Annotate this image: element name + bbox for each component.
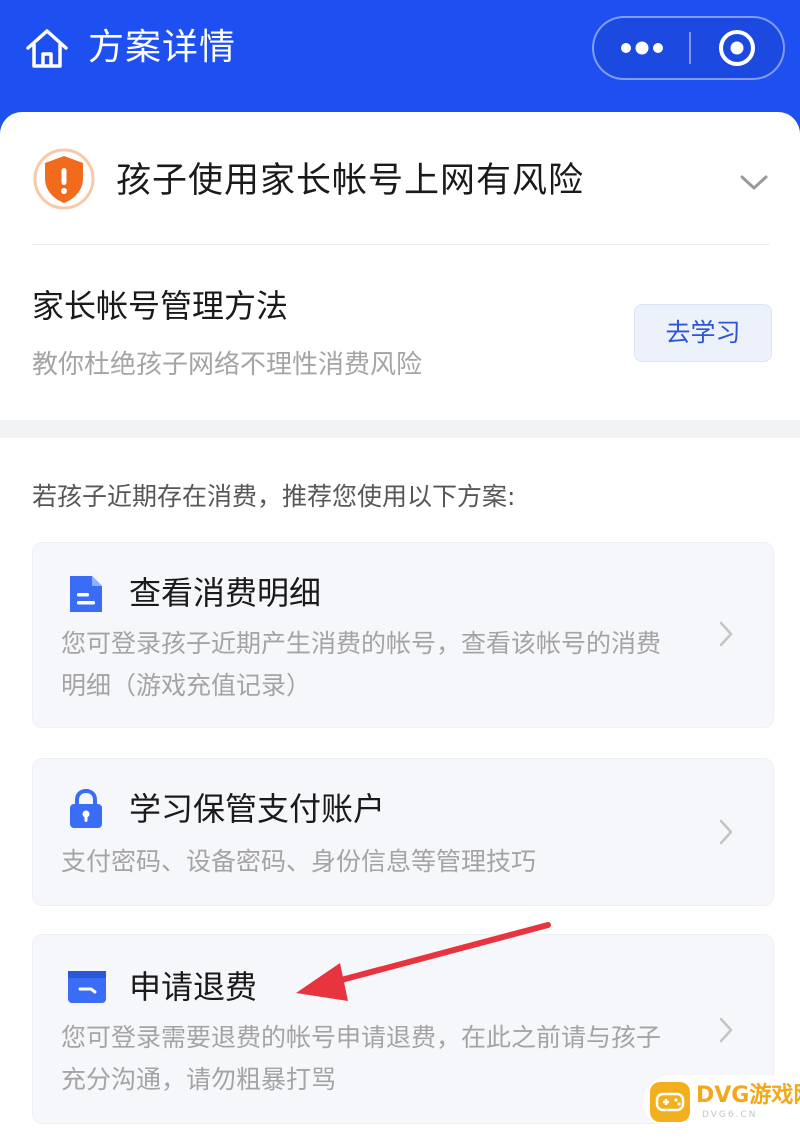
annotation-arrow-icon (296, 922, 551, 1001)
chevron-down-icon[interactable] (736, 170, 772, 194)
watermark-logo: DVG游戏网 DVG6.CN (644, 1075, 800, 1129)
mini-program-close-icon (719, 30, 755, 66)
document-icon (70, 576, 102, 612)
card-description: 您可登录需要退费的帐号申请退费，在此之前请与孩子 充分沟通，请勿粗暴打骂 (61, 1017, 721, 1101)
card-title: 查看消费明细 (129, 574, 322, 612)
view-spending-card[interactable]: 查看消费明细 您可登录孩子近期产生消费的帐号，查看该帐号的消费 明细（游戏充值记… (32, 542, 774, 728)
card-description: 支付密码、设备密码、身份信息等管理技巧 (61, 841, 721, 883)
content-sheet: 孩子使用家长帐号上网有风险 家长帐号管理方法 教你杜绝孩子网络不理性消费风险 去… (0, 112, 800, 1137)
card-description-line: 您可登录孩子近期产生消费的帐号，查看该帐号的消费 (61, 629, 662, 658)
section-divider (0, 420, 800, 438)
payment-account-card[interactable]: 学习保管支付账户 支付密码、设备密码、身份信息等管理技巧 (32, 758, 774, 906)
card-description: 您可登录孩子近期产生消费的帐号，查看该帐号的消费 明细（游戏充值记录） (61, 623, 721, 707)
risk-title: 孩子使用家长帐号上网有风险 (116, 161, 585, 201)
chevron-right-icon (719, 819, 733, 845)
more-dots-icon (621, 41, 663, 55)
lock-icon (70, 788, 102, 828)
wallet-refund-icon (68, 971, 106, 1003)
page-title: 方案详情 (88, 27, 237, 68)
title-bar: 方案详情 (0, 0, 800, 112)
card-description-line: 明细（游戏充值记录） (61, 671, 312, 700)
divider (32, 244, 770, 245)
more-button[interactable] (594, 18, 689, 78)
watermark-text: DVG游戏网 (696, 1083, 800, 1108)
close-button[interactable] (691, 18, 785, 78)
card-description-line: 充分沟通，请勿粗暴打骂 (61, 1065, 337, 1094)
warning-shield-icon (33, 148, 95, 210)
learn-button[interactable]: 去学习 (634, 304, 772, 362)
home-icon[interactable] (24, 26, 70, 70)
card-description-line: 您可登录需要退费的帐号申请退费，在此之前请与孩子 (61, 1023, 662, 1052)
recommend-text: 若孩子近期存在消费，推荐您使用以下方案: (32, 482, 516, 511)
manage-method-subtitle: 教你杜绝孩子网络不理性消费风险 (32, 350, 423, 380)
chevron-right-icon (719, 1017, 733, 1043)
card-title: 申请退费 (129, 968, 258, 1006)
card-title: 学习保管支付账户 (129, 790, 386, 828)
gamepad-logo-icon (650, 1082, 690, 1122)
mini-program-capsule (592, 16, 785, 80)
watermark-subtext: DVG6.CN (702, 1110, 758, 1120)
manage-method-title: 家长帐号管理方法 (32, 287, 289, 325)
chevron-right-icon (719, 621, 733, 647)
risk-header[interactable]: 孩子使用家长帐号上网有风险 (0, 112, 800, 245)
card-description-line: 支付密码、设备密码、身份信息等管理技巧 (61, 847, 537, 876)
